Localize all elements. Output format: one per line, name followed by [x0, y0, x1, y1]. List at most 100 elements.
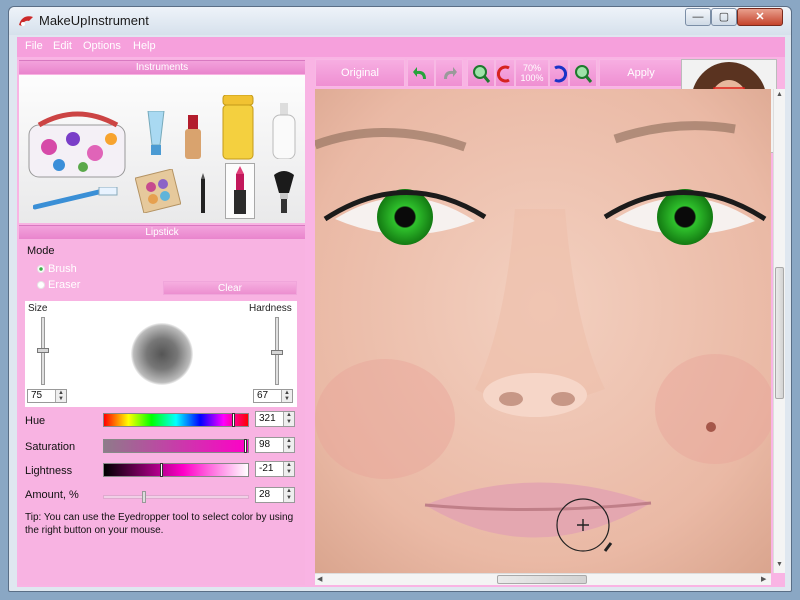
lightness-value: -21	[259, 463, 274, 474]
saturation-value: 98	[259, 439, 271, 450]
hardness-spinbox[interactable]: 67 ▲ ▼	[253, 389, 293, 403]
saturation-spinbox[interactable]: 98 ▲ ▼	[255, 437, 295, 453]
hue-slider[interactable]	[103, 413, 249, 427]
cream-tube-icon[interactable]	[145, 111, 167, 157]
redo-icon	[444, 67, 457, 79]
lightness-label: Lightness	[25, 465, 73, 477]
menu-options[interactable]: Options	[83, 40, 121, 52]
size-slider[interactable]	[37, 317, 49, 385]
horizontal-scrollbar[interactable]: ◀ ▶	[315, 573, 771, 585]
app-logo-icon	[19, 16, 33, 26]
horizontal-scroll-thumb[interactable]	[497, 575, 587, 584]
toolbar: Original 70% 100% Apply	[315, 59, 683, 87]
hue-label: Hue	[25, 415, 46, 427]
hue-spin-arrows[interactable]: ▲ ▼	[283, 412, 294, 426]
size-slider-thumb[interactable]	[37, 348, 49, 353]
lightness-spin-arrows[interactable]: ▲ ▼	[283, 462, 294, 476]
rotate-left-icon	[496, 65, 510, 83]
hue-spinbox[interactable]: 321 ▲ ▼	[255, 411, 295, 427]
amount-label: Amount, %	[25, 489, 79, 501]
title-bar: MakeUpInstrument — ▢ ✕	[9, 7, 791, 35]
rotate-right-button[interactable]	[549, 59, 569, 87]
scroll-down-arrow[interactable]: ▼	[776, 561, 783, 568]
hardness-slider-thumb[interactable]	[271, 350, 283, 355]
hue-slider-thumb[interactable]	[232, 413, 235, 427]
scroll-up-arrow[interactable]: ▲	[776, 91, 783, 98]
hardness-slider[interactable]	[271, 317, 283, 385]
redo-button[interactable]	[435, 59, 463, 87]
mode-label: Mode	[27, 245, 55, 257]
photo-canvas[interactable]	[315, 89, 771, 573]
menu-edit[interactable]: Edit	[53, 40, 72, 52]
brush-radio[interactable]: Brush	[37, 263, 77, 275]
brush-settings: Size Hardness 75 ▲ ▼ 67 ▲ ▼	[25, 301, 297, 407]
hue-value: 321	[259, 413, 276, 424]
zoom-in-icon	[473, 65, 491, 83]
radio-selected-indicator	[37, 265, 45, 274]
lipstick-header: Lipstick	[19, 225, 305, 239]
amount-value: 28	[259, 489, 271, 500]
clear-button[interactable]: Clear	[163, 281, 297, 295]
undo-icon	[413, 67, 426, 79]
app-window: MakeUpInstrument — ▢ ✕ File Edit Options…	[8, 6, 792, 592]
size-spin-arrows[interactable]: ▲ ▼	[55, 390, 66, 402]
face-photo	[315, 89, 771, 573]
apply-button[interactable]: Apply	[599, 59, 683, 87]
amount-spin-arrows[interactable]: ▲ ▼	[283, 488, 294, 502]
brush-preview	[131, 323, 193, 385]
zoom-out-icon	[575, 65, 593, 83]
powder-jar-icon[interactable]	[221, 95, 255, 161]
saturation-spin-arrows[interactable]: ▲ ▼	[283, 438, 294, 452]
eyeliner-pencil-icon[interactable]	[197, 173, 209, 213]
zoom-top-value: 70%	[522, 63, 541, 73]
rotate-left-button[interactable]	[495, 59, 515, 87]
saturation-slider-thumb[interactable]	[244, 439, 247, 453]
size-label: Size	[28, 303, 48, 314]
foundation-bottle-icon[interactable]	[183, 115, 203, 159]
undo-button[interactable]	[407, 59, 435, 87]
brush-radio-label: Brush	[48, 263, 77, 275]
amount-slider[interactable]	[103, 491, 249, 503]
scroll-right-arrow[interactable]: ▶	[761, 575, 766, 583]
lightness-slider[interactable]	[103, 463, 249, 477]
menu-file[interactable]: File	[25, 40, 43, 52]
eraser-radio-label: Eraser	[48, 279, 81, 291]
lotion-bottle-icon[interactable]	[271, 103, 297, 159]
amount-slider-thumb[interactable]	[142, 491, 146, 503]
lightness-slider-thumb[interactable]	[160, 463, 163, 477]
zoom-out-button[interactable]	[569, 59, 597, 87]
client-area: Instruments Lipstick Mode Brush Eraser C…	[17, 57, 785, 587]
toothbrush-icon[interactable]	[33, 187, 119, 211]
eyeshadow-palette-icon[interactable]	[135, 169, 181, 213]
original-button[interactable]: Original	[315, 59, 405, 87]
vertical-scrollbar[interactable]: ▲ ▼	[773, 89, 785, 573]
vertical-scroll-thumb[interactable]	[775, 267, 784, 399]
hardness-label: Hardness	[249, 303, 292, 314]
lightness-spinbox[interactable]: -21 ▲ ▼	[255, 461, 295, 477]
makeup-brush-icon[interactable]	[271, 171, 297, 215]
lipstick-tool-button[interactable]	[225, 163, 255, 219]
zoom-level-display: 70% 100%	[515, 59, 549, 87]
hardness-spin-arrows[interactable]: ▲ ▼	[281, 390, 292, 402]
instruments-header: Instruments	[19, 60, 305, 74]
zoom-in-button[interactable]	[467, 59, 495, 87]
radio-indicator	[37, 281, 45, 290]
lipstick-icon	[234, 166, 246, 214]
cosmetic-bag-icon[interactable]	[25, 95, 129, 181]
zoom-bottom-value: 100%	[520, 73, 544, 83]
menu-help[interactable]: Help	[133, 40, 156, 52]
eraser-radio[interactable]: Eraser	[37, 279, 80, 291]
saturation-slider[interactable]	[103, 439, 249, 453]
size-value: 75	[31, 390, 43, 401]
minimize-button[interactable]: —	[685, 8, 711, 26]
scroll-left-arrow[interactable]: ◀	[317, 575, 322, 583]
window-title: MakeUpInstrument	[39, 13, 149, 28]
hardness-value: 67	[257, 390, 269, 401]
left-panel: Instruments Lipstick Mode Brush Eraser C…	[19, 59, 305, 585]
size-spinbox[interactable]: 75 ▲ ▼	[27, 389, 67, 403]
instruments-palette	[19, 75, 305, 223]
close-button[interactable]: ✕	[737, 8, 783, 26]
maximize-button[interactable]: ▢	[711, 8, 737, 26]
menu-bar: File Edit Options Help	[17, 37, 785, 57]
amount-spinbox[interactable]: 28 ▲ ▼	[255, 487, 295, 503]
